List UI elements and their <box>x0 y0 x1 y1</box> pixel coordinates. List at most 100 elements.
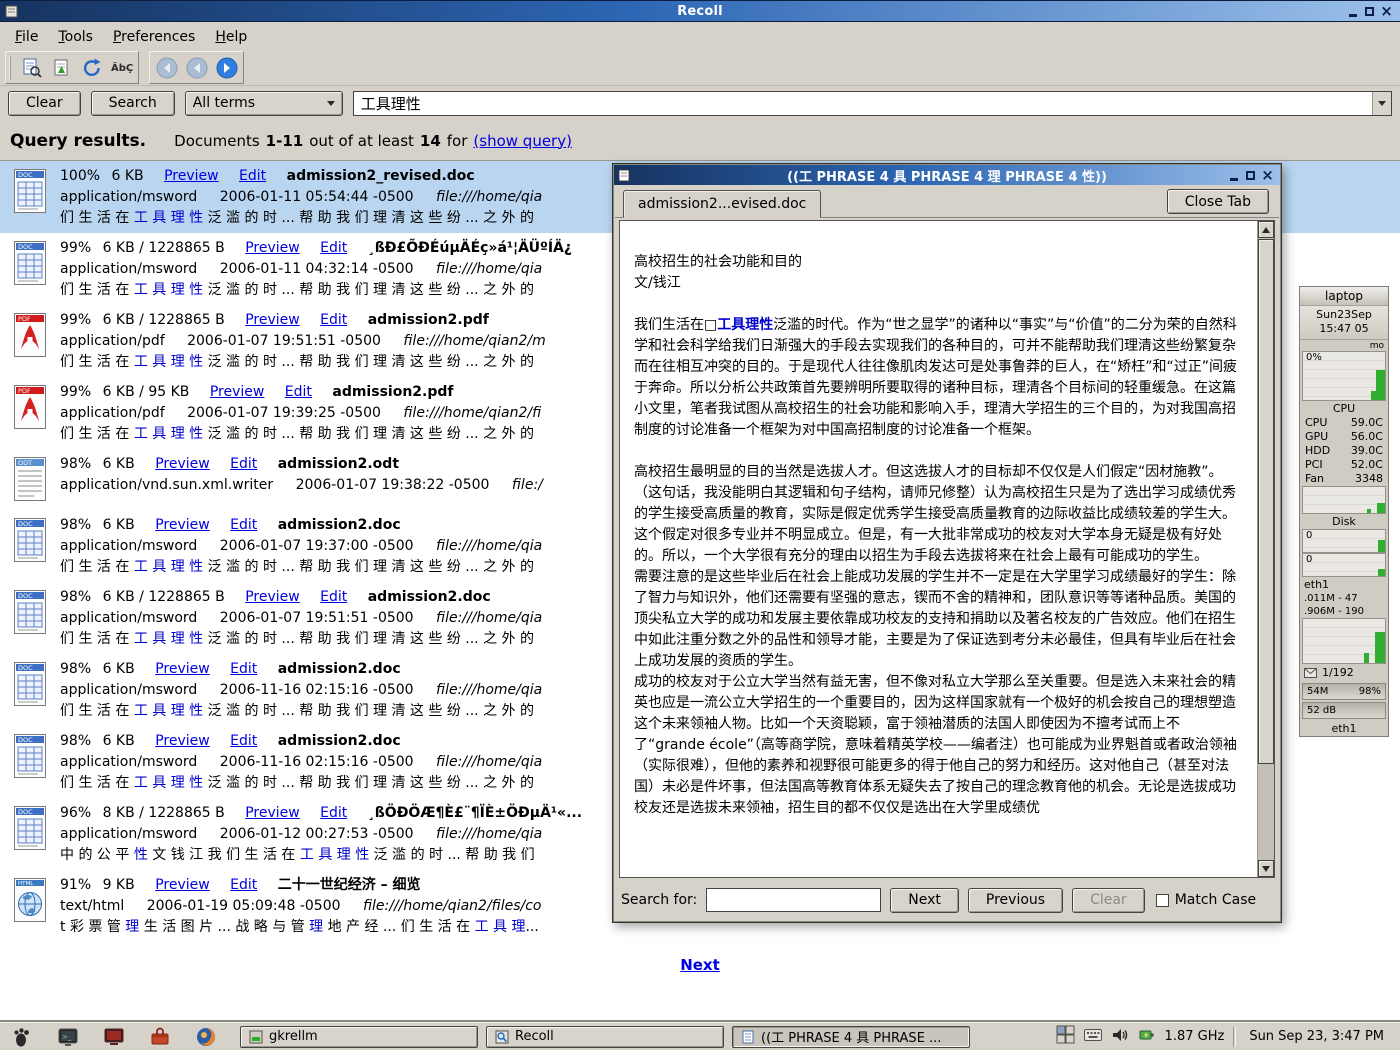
close-tab-button[interactable]: Close Tab <box>1167 189 1269 214</box>
battery-icon[interactable] <box>1138 1027 1156 1047</box>
preview-document-text[interactable]: 高校招生的社会功能和目的文/钱江 我们生活在□工具理性泛滥的时代。作为“世之显学… <box>619 220 1275 878</box>
pdf-file-icon: PDF <box>12 312 50 373</box>
result-preview-link[interactable]: Preview <box>164 168 219 184</box>
keyboard-layout-icon[interactable] <box>1084 1027 1102 1046</box>
match-case-checkbox[interactable] <box>1156 894 1169 907</box>
result-date: 2006-11-16 02:15:16 -0500 <box>220 754 414 770</box>
menu-file[interactable]: File <box>5 26 48 48</box>
preview-titlebar[interactable]: ((工 PHRASE 4 具 PHRASE 4 理 PHRASE 4 性)) × <box>614 165 1280 185</box>
result-preview-link[interactable]: Preview <box>245 805 300 821</box>
result-edit-link[interactable]: Edit <box>320 805 347 821</box>
result-preview-link[interactable]: Preview <box>245 312 300 328</box>
task-label: Recoll <box>515 1029 554 1044</box>
result-edit-link[interactable]: Edit <box>320 312 347 328</box>
task-label: gkrellm <box>269 1029 318 1044</box>
find-input[interactable] <box>706 888 881 912</box>
find-previous-button[interactable]: Previous <box>968 888 1063 913</box>
menu-preferences[interactable]: Preferences <box>103 26 205 48</box>
task-gkrellm[interactable]: gkrellm <box>240 1026 478 1048</box>
results-title: Query results. <box>10 131 146 151</box>
refresh-index-icon[interactable] <box>78 54 105 81</box>
close-button[interactable]: × <box>1378 3 1395 19</box>
scroll-down-icon[interactable] <box>1258 860 1274 877</box>
result-date: 2006-01-19 05:09:48 -0500 <box>147 898 341 914</box>
result-edit-link[interactable]: Edit <box>230 517 257 533</box>
menu-help[interactable]: Help <box>205 26 257 48</box>
result-preview-link[interactable]: Preview <box>155 877 210 893</box>
preview-tab[interactable]: admission2...evised.doc <box>623 190 821 218</box>
monitor-launcher-icon[interactable] <box>102 1025 126 1049</box>
result-edit-link[interactable]: Edit <box>320 589 347 605</box>
menu-tools[interactable]: Tools <box>48 26 103 48</box>
search-mode-value: All terms <box>193 95 255 111</box>
volume-icon[interactable] <box>1111 1027 1129 1047</box>
firefox-launcher-icon[interactable] <box>194 1025 218 1049</box>
result-preview-link[interactable]: Preview <box>155 456 210 472</box>
close-button[interactable]: × <box>1259 167 1276 183</box>
result-edit-link[interactable]: Edit <box>285 384 312 400</box>
result-mimetype: application/msword <box>60 261 197 277</box>
preview-tabbar: admission2...evised.doc Close Tab <box>615 187 1279 218</box>
show-query-link[interactable]: (show query) <box>473 132 572 150</box>
result-edit-link[interactable]: Edit <box>230 661 257 677</box>
query-history-dropdown[interactable] <box>1372 92 1391 115</box>
term-explorer-icon[interactable]: ÂbÇ <box>108 54 135 81</box>
toolbar-nav-group <box>149 51 244 84</box>
preview-scrollbar[interactable] <box>1257 221 1274 877</box>
search-input[interactable] <box>354 92 1372 115</box>
result-date: 2006-01-07 19:37:00 -0500 <box>220 538 414 554</box>
result-size: 6 KB <box>103 517 135 533</box>
result-preview-link[interactable]: Preview <box>155 661 210 677</box>
pager-icon[interactable] <box>1056 1025 1075 1048</box>
memory-used: 54M <box>1307 686 1328 697</box>
result-preview-link[interactable]: Preview <box>155 733 210 749</box>
result-preview-link[interactable]: Preview <box>245 589 300 605</box>
launcher-area: >_ <box>8 1025 232 1049</box>
toolbar-handle[interactable] <box>9 56 13 80</box>
pdf-file-icon: PDF <box>12 384 50 445</box>
query-details-icon[interactable] <box>18 54 45 81</box>
result-date: 2006-01-07 19:39:25 -0500 <box>187 405 381 421</box>
svg-text:ODT: ODT <box>18 459 32 467</box>
result-edit-link[interactable]: Edit <box>230 877 257 893</box>
toolbox-launcher-icon[interactable] <box>148 1025 172 1049</box>
taskbar: >_ gkrellm Recoll <box>0 1022 1400 1050</box>
result-preview-link[interactable]: Preview <box>210 384 265 400</box>
result-edit-link[interactable]: Edit <box>239 168 266 184</box>
search-button[interactable]: Search <box>91 91 175 116</box>
maximize-button[interactable] <box>1242 167 1259 183</box>
toolbar: ÂbÇ <box>0 50 1400 86</box>
result-url: file:///home/qia <box>436 610 542 626</box>
envelope-icon <box>1304 668 1317 678</box>
clear-button[interactable]: Clear <box>8 91 81 116</box>
sensor-label: GPU <box>1305 430 1328 444</box>
search-for-label: Search for: <box>621 892 697 908</box>
next-page-link[interactable]: Next <box>680 956 720 974</box>
recoll-titlebar[interactable]: Recoll × <box>0 0 1400 22</box>
next-page-icon[interactable] <box>213 54 240 81</box>
result-edit-link[interactable]: Edit <box>230 456 257 472</box>
terminal-launcher-icon[interactable]: >_ <box>56 1025 80 1049</box>
net-chart <box>1302 618 1386 664</box>
result-size: 6 KB <box>103 733 135 749</box>
find-next-button[interactable]: Next <box>890 888 959 913</box>
minimize-button[interactable] <box>1225 167 1242 183</box>
query-entry <box>353 91 1392 116</box>
sort-icon[interactable] <box>48 54 75 81</box>
task-recoll[interactable]: Recoll <box>486 1026 724 1048</box>
task-preview-window[interactable]: ((工 PHRASE 4 具 PHRASE ... <box>732 1026 970 1048</box>
minimize-button[interactable] <box>1344 3 1361 19</box>
result-preview-link[interactable]: Preview <box>155 517 210 533</box>
scrollbar-thumb[interactable] <box>1258 239 1274 764</box>
search-mode-select[interactable]: All terms <box>185 91 343 116</box>
result-preview-link[interactable]: Preview <box>245 240 300 256</box>
footprint-launcher-icon[interactable] <box>10 1025 34 1049</box>
preview-window-icon <box>618 168 632 182</box>
preview-text-line <box>634 441 1240 462</box>
match-case-option: Match Case <box>1156 892 1256 908</box>
maximize-button[interactable] <box>1361 3 1378 19</box>
scroll-up-icon[interactable] <box>1258 221 1274 238</box>
result-relevance: 98% <box>60 733 91 749</box>
result-edit-link[interactable]: Edit <box>320 240 347 256</box>
result-edit-link[interactable]: Edit <box>230 733 257 749</box>
